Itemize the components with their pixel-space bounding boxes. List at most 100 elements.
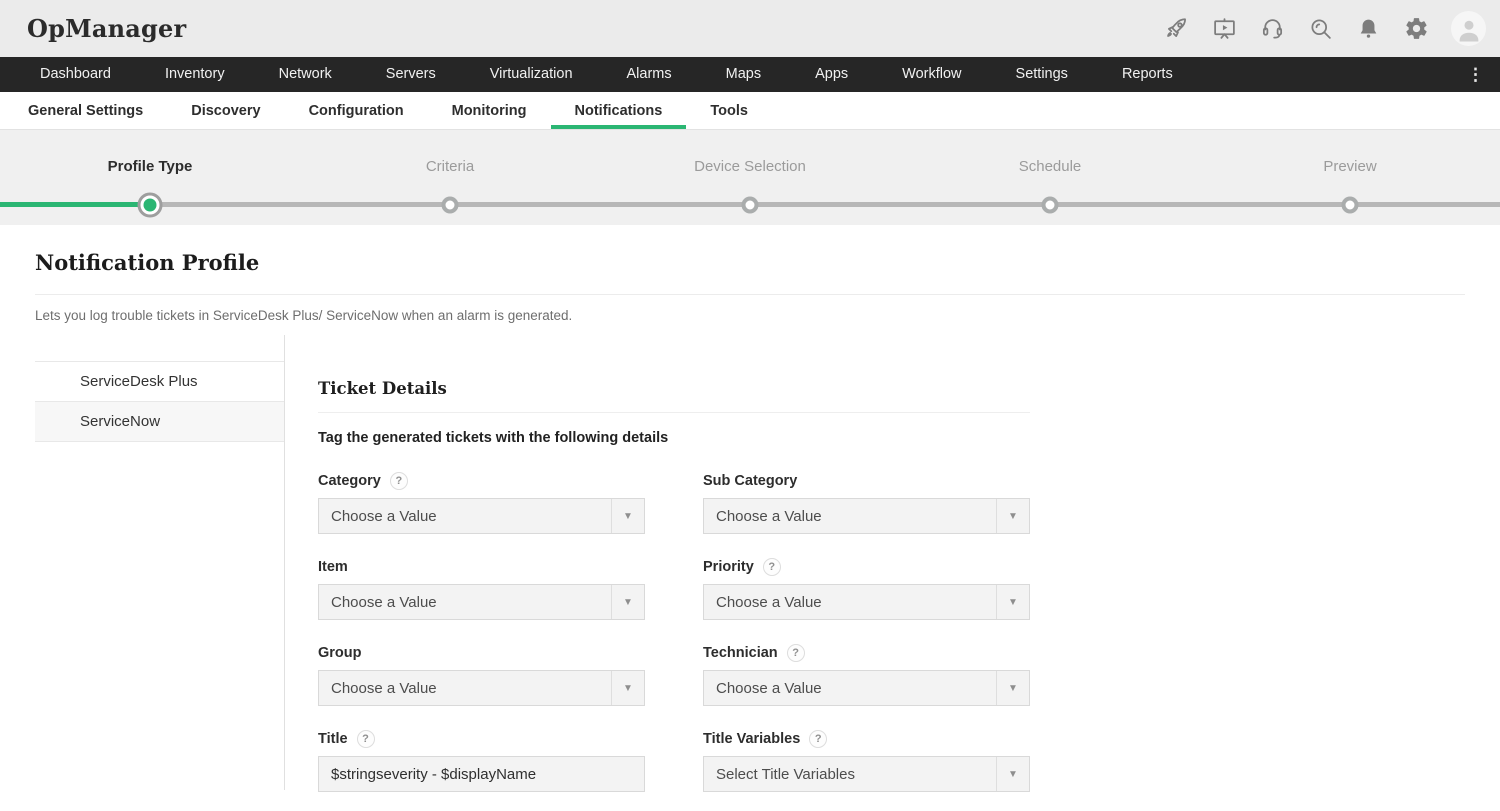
stepper-progress xyxy=(0,202,150,207)
field-title-variables: Title Variables ? Select Title Variables… xyxy=(703,729,1030,792)
gear-icon[interactable] xyxy=(1403,15,1430,42)
chevron-down-icon[interactable]: ▼ xyxy=(611,499,644,533)
ticket-details-panel: Ticket Details Tag the generated tickets… xyxy=(318,335,1030,790)
nav-item-settings[interactable]: Settings xyxy=(989,57,1095,92)
nav-item-apps[interactable]: Apps xyxy=(788,57,875,92)
group-select-value: Choose a Value xyxy=(319,680,611,697)
title-label: Title xyxy=(318,731,348,747)
sub-category-label: Sub Category xyxy=(703,473,797,489)
page-description: Lets you log trouble tickets in ServiceD… xyxy=(35,308,1500,323)
technician-label: Technician xyxy=(703,645,778,661)
list-item-servicenow[interactable]: ServiceNow xyxy=(35,402,284,442)
category-label: Category xyxy=(318,473,381,489)
ticket-details-form: Category ? Choose a Value ▼ Sub Category… xyxy=(318,471,1030,792)
rocket-icon[interactable] xyxy=(1163,15,1190,42)
headset-support-icon[interactable] xyxy=(1259,15,1286,42)
main-nav: Dashboard Inventory Network Servers Virt… xyxy=(0,57,1500,92)
step-dot-criteria[interactable] xyxy=(442,196,459,213)
wizard-stepper: Profile Type Criteria Device Selection S… xyxy=(0,130,1500,225)
step-dot-schedule[interactable] xyxy=(1042,196,1059,213)
user-avatar[interactable] xyxy=(1451,11,1486,46)
step-label-preview: Preview xyxy=(1323,158,1376,175)
field-title: Title ? xyxy=(318,729,645,792)
item-select-value: Choose a Value xyxy=(319,594,611,611)
priority-label: Priority xyxy=(703,559,754,575)
profile-type-list: ServiceDesk Plus ServiceNow xyxy=(35,361,284,442)
section-subtitle: Tag the generated tickets with the follo… xyxy=(318,430,1030,446)
step-label-profile-type: Profile Type xyxy=(108,158,193,175)
step-dot-device-selection[interactable] xyxy=(742,196,759,213)
tab-tools[interactable]: Tools xyxy=(686,92,772,129)
category-help-icon[interactable]: ? xyxy=(390,472,408,490)
step-label-schedule: Schedule xyxy=(1019,158,1082,175)
chevron-down-icon[interactable]: ▼ xyxy=(996,671,1029,705)
chevron-down-icon[interactable]: ▼ xyxy=(996,757,1029,791)
sub-category-select-value: Choose a Value xyxy=(704,508,996,525)
nav-item-alarms[interactable]: Alarms xyxy=(600,57,699,92)
field-item: Item Choose a Value ▼ xyxy=(318,557,645,620)
title-variables-label: Title Variables xyxy=(703,731,800,747)
priority-select[interactable]: Choose a Value ▼ xyxy=(703,584,1030,620)
technician-help-icon[interactable]: ? xyxy=(787,644,805,662)
app-logo: OpManager xyxy=(27,14,186,43)
nav-item-workflow[interactable]: Workflow xyxy=(875,57,988,92)
nav-item-reports[interactable]: Reports xyxy=(1095,57,1200,92)
category-select[interactable]: Choose a Value ▼ xyxy=(318,498,645,534)
step-dot-core xyxy=(144,198,157,211)
settings-subnav: General Settings Discovery Configuration… xyxy=(0,92,1500,130)
sub-category-select[interactable]: Choose a Value ▼ xyxy=(703,498,1030,534)
content-area: Notification Profile Lets you log troubl… xyxy=(0,225,1500,811)
step-dot-preview[interactable] xyxy=(1342,196,1359,213)
tab-general-settings[interactable]: General Settings xyxy=(4,92,167,129)
step-label-criteria: Criteria xyxy=(426,158,474,175)
search-icon[interactable] xyxy=(1307,15,1334,42)
page-title: Notification Profile xyxy=(0,225,1500,275)
nav-item-dashboard[interactable]: Dashboard xyxy=(13,57,138,92)
field-technician: Technician ? Choose a Value ▼ xyxy=(703,643,1030,706)
field-category: Category ? Choose a Value ▼ xyxy=(318,471,645,534)
category-select-value: Choose a Value xyxy=(319,508,611,525)
technician-select[interactable]: Choose a Value ▼ xyxy=(703,670,1030,706)
field-priority: Priority ? Choose a Value ▼ xyxy=(703,557,1030,620)
bell-icon[interactable] xyxy=(1355,15,1382,42)
step-label-device-selection: Device Selection xyxy=(694,158,806,175)
section-title: Ticket Details xyxy=(318,379,1030,398)
training-presentation-icon[interactable] xyxy=(1211,15,1238,42)
more-menu-icon[interactable]: ⋮ xyxy=(1461,57,1490,92)
section-divider xyxy=(318,412,1030,413)
chevron-down-icon[interactable]: ▼ xyxy=(611,671,644,705)
list-item-servicedesk-plus[interactable]: ServiceDesk Plus xyxy=(35,362,284,402)
priority-select-value: Choose a Value xyxy=(704,594,996,611)
chevron-down-icon[interactable]: ▼ xyxy=(996,585,1029,619)
field-group: Group Choose a Value ▼ xyxy=(318,643,645,706)
tab-notifications[interactable]: Notifications xyxy=(551,92,687,129)
nav-item-inventory[interactable]: Inventory xyxy=(138,57,252,92)
app-header: OpManager xyxy=(0,0,1500,57)
title-variables-select[interactable]: Select Title Variables ▼ xyxy=(703,756,1030,792)
step-dot-profile-type[interactable] xyxy=(138,192,163,217)
tab-configuration[interactable]: Configuration xyxy=(285,92,428,129)
item-label: Item xyxy=(318,559,348,575)
tab-monitoring[interactable]: Monitoring xyxy=(428,92,551,129)
title-variables-help-icon[interactable]: ? xyxy=(809,730,827,748)
title-input[interactable] xyxy=(318,756,645,792)
header-icons xyxy=(1163,11,1486,46)
group-label: Group xyxy=(318,645,362,661)
item-select[interactable]: Choose a Value ▼ xyxy=(318,584,645,620)
profile-type-sidebar: ServiceDesk Plus ServiceNow xyxy=(0,335,285,790)
chevron-down-icon[interactable]: ▼ xyxy=(996,499,1029,533)
chevron-down-icon[interactable]: ▼ xyxy=(611,585,644,619)
title-divider xyxy=(35,294,1465,295)
profile-body: ServiceDesk Plus ServiceNow Ticket Detai… xyxy=(0,335,1500,790)
priority-help-icon[interactable]: ? xyxy=(763,558,781,576)
title-variables-select-value: Select Title Variables xyxy=(704,766,996,783)
nav-item-servers[interactable]: Servers xyxy=(359,57,463,92)
group-select[interactable]: Choose a Value ▼ xyxy=(318,670,645,706)
nav-item-virtualization[interactable]: Virtualization xyxy=(463,57,600,92)
title-help-icon[interactable]: ? xyxy=(357,730,375,748)
technician-select-value: Choose a Value xyxy=(704,680,996,697)
nav-item-maps[interactable]: Maps xyxy=(699,57,788,92)
field-sub-category: Sub Category Choose a Value ▼ xyxy=(703,471,1030,534)
tab-discovery[interactable]: Discovery xyxy=(167,92,284,129)
nav-item-network[interactable]: Network xyxy=(252,57,359,92)
